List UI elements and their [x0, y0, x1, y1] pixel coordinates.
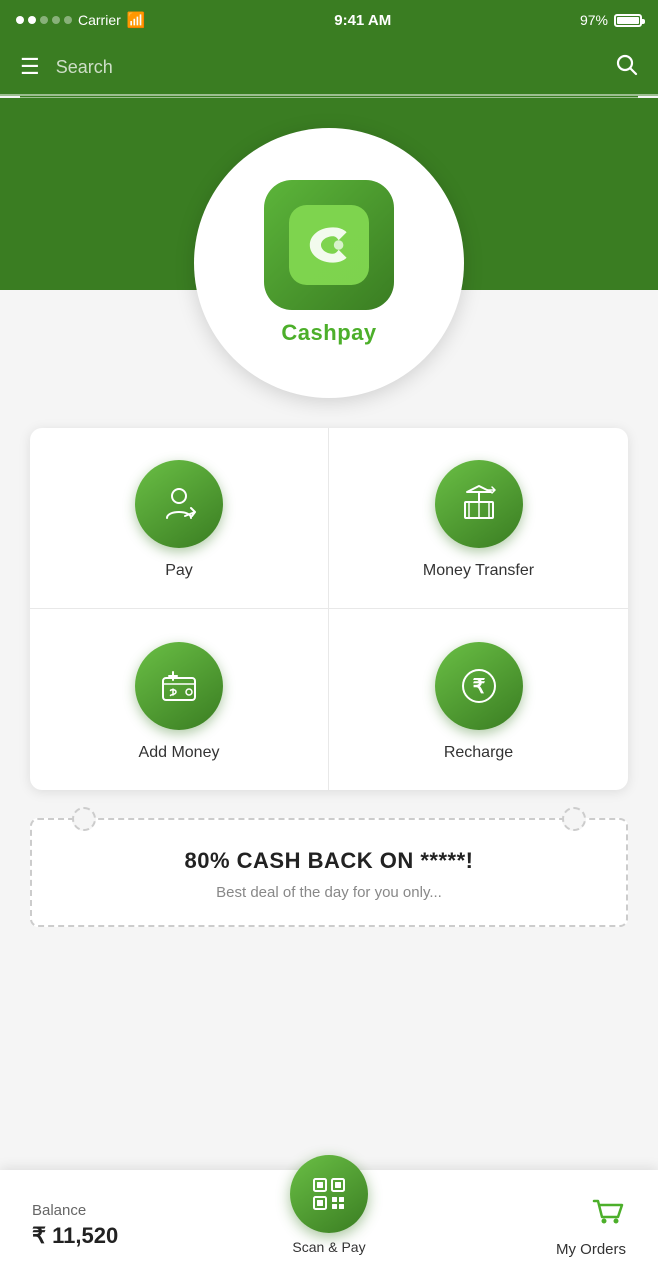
bottom-bar: Balance ₹ 11,520	[0, 1170, 658, 1280]
recharge-action[interactable]: ₹ Recharge	[329, 609, 628, 790]
dot-4	[52, 16, 60, 24]
dot-2	[28, 16, 36, 24]
scan-pay-section[interactable]: Scan & Pay	[227, 1161, 432, 1280]
balance-label: Balance	[32, 1202, 86, 1219]
scan-pay-label: Scan & Pay	[292, 1239, 365, 1255]
promo-notch-left	[72, 807, 96, 831]
dot-5	[64, 16, 72, 24]
scan-pay-button[interactable]	[290, 1155, 368, 1233]
svg-text:₹: ₹	[472, 676, 485, 698]
add-money-action[interactable]: Add Money	[30, 609, 329, 790]
recharge-icon-circle: ₹	[435, 642, 523, 730]
promo-title: 80% CASH BACK ON *****!	[52, 848, 606, 874]
my-orders-icon	[590, 1193, 626, 1237]
wifi-icon: 📶	[127, 11, 146, 29]
status-time: 9:41 AM	[334, 12, 391, 29]
pay-label: Pay	[165, 562, 193, 580]
status-bar: Carrier 📶 9:41 AM 97%	[0, 0, 658, 40]
signal-dots	[16, 16, 72, 24]
promo-subtitle: Best deal of the day for you only...	[52, 884, 606, 901]
app-name: Cashpay	[281, 320, 376, 346]
my-orders-label: My Orders	[556, 1241, 626, 1258]
promo-banner[interactable]: 80% CASH BACK ON *****! Best deal of the…	[30, 818, 628, 927]
hero-section: Cashpay	[0, 98, 658, 418]
search-bar: ☰	[0, 40, 658, 96]
actions-grid: Pay Money Transfer	[30, 428, 628, 790]
app-logo	[264, 180, 394, 310]
balance-section: Balance ₹ 11,520	[0, 1188, 227, 1263]
balance-amount: ₹ 11,520	[32, 1223, 118, 1249]
add-money-label: Add Money	[139, 744, 220, 762]
battery-icon	[614, 14, 642, 27]
hero-circle: Cashpay	[194, 128, 464, 398]
search-icon[interactable]	[614, 52, 638, 82]
promo-notch-right	[562, 807, 586, 831]
pay-action[interactable]: Pay	[30, 428, 329, 609]
add-money-icon-circle	[135, 642, 223, 730]
actions-card: Pay Money Transfer	[30, 428, 628, 790]
pay-icon-circle	[135, 460, 223, 548]
status-right: 97%	[580, 12, 642, 28]
search-input[interactable]	[56, 57, 598, 78]
my-orders-section[interactable]: My Orders	[431, 1179, 658, 1272]
carrier-label: Carrier	[78, 12, 121, 28]
money-transfer-label: Money Transfer	[423, 562, 534, 580]
money-transfer-icon-circle	[435, 460, 523, 548]
status-left: Carrier 📶	[16, 11, 145, 29]
dot-1	[16, 16, 24, 24]
dot-3	[40, 16, 48, 24]
battery-percent: 97%	[580, 12, 608, 28]
recharge-label: Recharge	[444, 744, 513, 762]
money-transfer-action[interactable]: Money Transfer	[329, 428, 628, 609]
hamburger-icon[interactable]: ☰	[20, 56, 40, 78]
